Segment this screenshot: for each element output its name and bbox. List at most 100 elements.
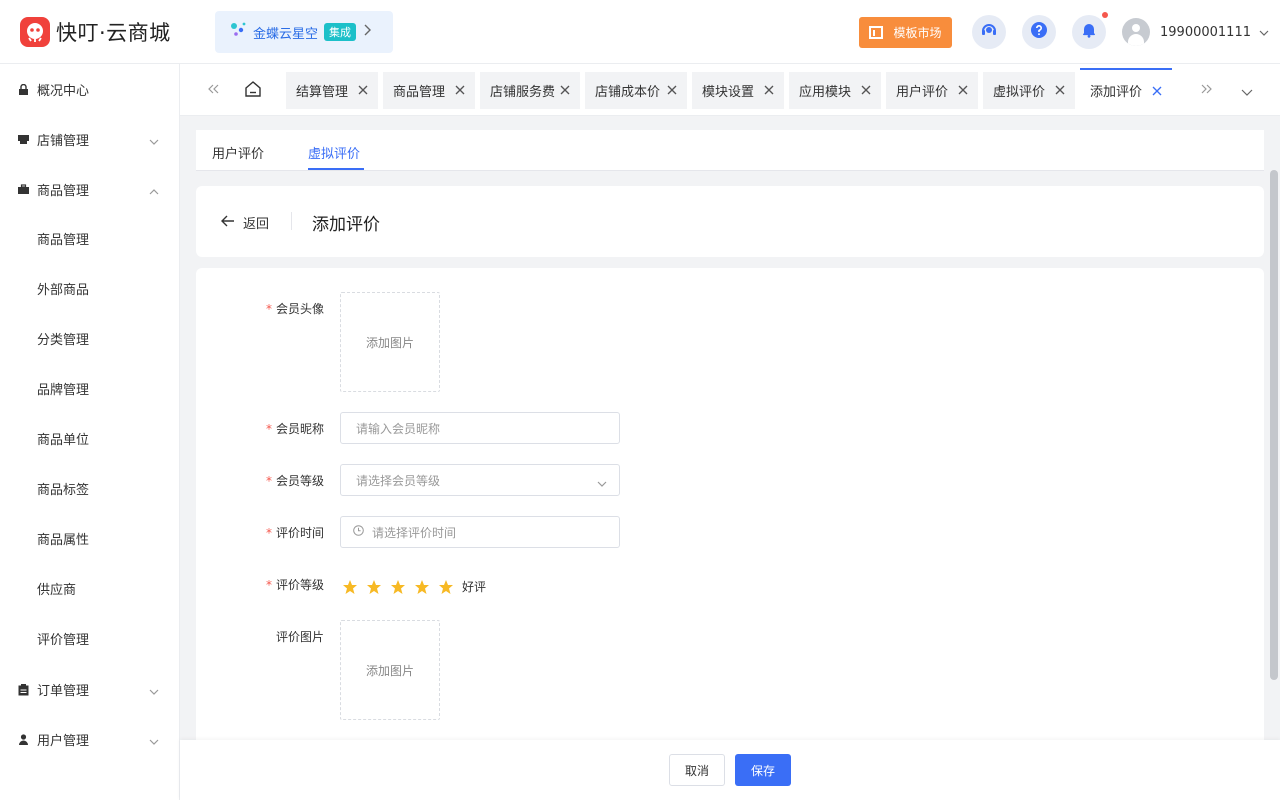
notification-dot	[1102, 12, 1108, 18]
upload-label: 添加图片	[365, 663, 414, 678]
rating-text: 好评	[462, 580, 487, 594]
help-button[interactable]	[1022, 15, 1056, 49]
active-tab-indicator	[308, 168, 364, 170]
brand-logo[interactable]: 快叮·云商城	[20, 16, 171, 48]
sidebar-item-supplier[interactable]: 供应商	[0, 568, 179, 608]
back-label: 返回	[243, 217, 270, 232]
tab-app-module[interactable]: 应用模块	[789, 72, 881, 109]
kingdee-integration-button[interactable]: 金蝶云星空 集成	[215, 11, 393, 53]
double-chevron-right-icon[interactable]	[1201, 83, 1213, 98]
review-subtabs: 用户评价 虚拟评价	[196, 130, 1264, 171]
rating-label: * 评价等级	[196, 576, 324, 593]
required-mark: *	[265, 422, 272, 436]
double-chevron-left-icon[interactable]	[207, 83, 219, 98]
star-icon[interactable]	[414, 579, 430, 595]
star-icon[interactable]	[438, 579, 454, 595]
tab-label: 虚拟评价	[993, 85, 1046, 100]
bell-icon	[1081, 22, 1097, 42]
review-time-picker[interactable]: 请选择评价时间	[340, 516, 620, 548]
nickname-input[interactable]: 请输入会员昵称	[340, 412, 620, 444]
sidebar-item-goods-manage[interactable]: 商品管理	[0, 218, 179, 258]
tab-label: 商品管理	[393, 85, 446, 100]
sidebar-item-unit[interactable]: 商品单位	[0, 418, 179, 458]
star-icon[interactable]	[342, 579, 358, 595]
tab-virtual-review[interactable]: 虚拟评价	[983, 72, 1075, 109]
sidebar-group-overview[interactable]: 概况中心	[0, 69, 179, 109]
brand-name: 快叮·云商城	[56, 21, 171, 45]
label-text: 会员昵称	[275, 422, 324, 436]
sidebar-item-reviews[interactable]: 评价管理	[0, 618, 179, 658]
tab-store-service-fee[interactable]: 店铺服务费	[480, 72, 580, 109]
user-icon	[18, 734, 29, 745]
kingdee-icon	[229, 21, 247, 43]
sidebar-item-brand[interactable]: 品牌管理	[0, 368, 179, 408]
tab-label: 添加评价	[1090, 84, 1143, 100]
save-button[interactable]: 保存	[735, 754, 791, 786]
chevron-down-icon[interactable]	[1241, 85, 1253, 100]
close-icon[interactable]	[455, 85, 465, 95]
user-menu[interactable]: 19900001111	[1122, 18, 1269, 46]
avatar	[1122, 18, 1150, 46]
scrollbar[interactable]	[1270, 170, 1278, 680]
tab-label: 用户评价	[896, 85, 949, 100]
notifications-button[interactable]	[1072, 15, 1106, 49]
time-label: * 评价时间	[196, 524, 324, 541]
nickname-placeholder: 请输入会员昵称	[356, 421, 441, 436]
close-icon[interactable]	[764, 85, 774, 95]
sidebar-group-store[interactable]: 店铺管理	[0, 119, 179, 159]
chevron-down-icon	[1259, 25, 1269, 40]
avatar-upload[interactable]: 添加图片	[340, 292, 440, 392]
tab-add-review[interactable]: 添加评价	[1080, 68, 1172, 110]
close-icon[interactable]	[358, 85, 368, 95]
home-icon[interactable]	[244, 80, 262, 102]
close-icon[interactable]	[667, 85, 677, 95]
subtab-virtual-review[interactable]: 虚拟评价	[308, 143, 360, 162]
close-icon[interactable]	[1152, 86, 1162, 96]
close-icon[interactable]	[1055, 85, 1065, 95]
question-icon	[1031, 22, 1047, 42]
tab-goods-manage[interactable]: 商品管理	[383, 72, 475, 109]
close-icon[interactable]	[861, 85, 871, 95]
label-text: 评价时间	[275, 526, 324, 540]
tab-module-settings[interactable]: 模块设置	[692, 72, 784, 109]
tab-user-review[interactable]: 用户评价	[886, 72, 978, 109]
chevron-down-icon	[149, 734, 159, 749]
tab-store-cost-price[interactable]: 店铺成本价	[585, 72, 687, 109]
sidebar-item-external-goods[interactable]: 外部商品	[0, 268, 179, 308]
sidebar-group-goods[interactable]: 商品管理	[0, 169, 179, 209]
label-text: 会员等级	[275, 474, 324, 488]
tab-label: 结算管理	[296, 85, 349, 100]
sidebar-item-attributes[interactable]: 商品属性	[0, 518, 179, 558]
sidebar-group-users[interactable]: 用户管理	[0, 719, 179, 759]
required-mark: *	[265, 302, 272, 316]
sidebar-item-tags[interactable]: 商品标签	[0, 468, 179, 508]
chevron-down-icon	[597, 476, 607, 490]
sidebar-group-label: 概况中心	[37, 83, 90, 99]
sidebar-item-category[interactable]: 分类管理	[0, 318, 179, 358]
tab-label: 应用模块	[799, 85, 852, 100]
cancel-button[interactable]: 取消	[669, 754, 725, 786]
member-level-select[interactable]: 请选择会员等级	[340, 464, 620, 496]
sidebar-group-orders[interactable]: 订单管理	[0, 669, 179, 709]
top-header: 快叮·云商城 金蝶云星空 集成 模板市场 19900001111	[0, 0, 1280, 64]
subtab-user-review[interactable]: 用户评价	[212, 143, 264, 162]
review-images-upload[interactable]: 添加图片	[340, 620, 440, 720]
template-icon	[869, 26, 884, 39]
label-text: 评价等级	[275, 578, 324, 592]
star-icon[interactable]	[390, 579, 406, 595]
template-market-label: 模板市场	[893, 26, 942, 40]
page-tabs-bar: 结算管理 商品管理 店铺服务费 店铺成本价 模块设置 应用模块 用户评价 虚拟评…	[180, 64, 1280, 116]
user-phone: 19900001111	[1160, 24, 1251, 40]
tab-settlement[interactable]: 结算管理	[286, 72, 378, 109]
kingdee-label: 金蝶云星空	[253, 26, 319, 42]
star-icon[interactable]	[366, 579, 382, 595]
close-icon[interactable]	[958, 85, 968, 95]
page-header-card: 返回 添加评价	[196, 186, 1264, 257]
template-market-button[interactable]: 模板市场	[859, 17, 952, 48]
page-title: 添加评价	[312, 215, 380, 235]
close-icon[interactable]	[560, 85, 570, 95]
required-mark: *	[265, 526, 272, 540]
back-button[interactable]: 返回	[221, 213, 269, 232]
customer-service-button[interactable]	[972, 15, 1006, 49]
sidebar: 概况中心 店铺管理 商品管理 商品管理 外部商品 分类管理 品牌管理 商品单位 …	[0, 64, 180, 800]
